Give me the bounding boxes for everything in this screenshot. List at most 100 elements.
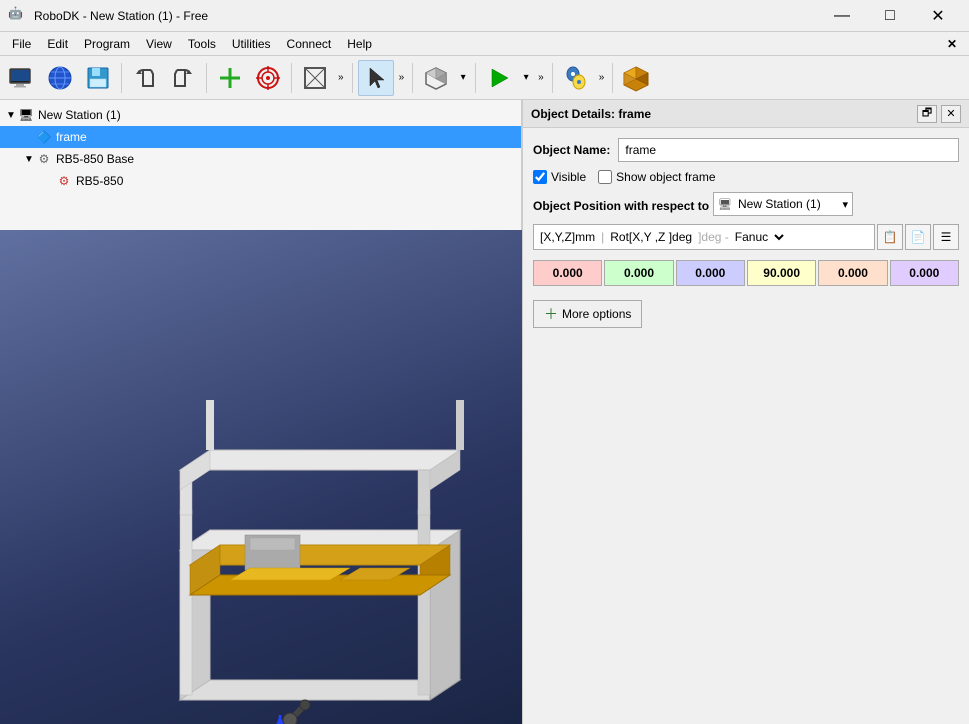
toolbar-undo-btn[interactable] <box>127 60 163 96</box>
panel-restore-btn[interactable]: 🗗 <box>917 105 937 123</box>
position-label: Object Position with respect to <box>533 199 709 213</box>
tree-label-robot-base: RB5-850 Base <box>56 152 134 166</box>
panel-title: Object Details: frame <box>531 107 651 121</box>
menu-bar: File Edit Program View Tools Utilities C… <box>0 32 969 56</box>
toolbar-sep-6 <box>475 63 476 93</box>
toolbar-sep-5 <box>412 63 413 93</box>
object-name-label: Object Name: <box>533 143 610 157</box>
toolbar-add-btn[interactable] <box>212 60 248 96</box>
main-layout: ▼ 🖥 New Station (1) ▶ 🔷 frame ▼ ⚙ RB5-85… <box>0 100 969 724</box>
toolbar: » » ▾ ▾ » » <box>0 56 969 100</box>
app-icon: 🤖 <box>8 6 28 26</box>
menu-close-x[interactable]: ✕ <box>939 32 965 55</box>
menu-utilities[interactable]: Utilities <box>224 32 279 55</box>
checkbox-row: Visible Show object frame <box>533 170 959 184</box>
title-bar-text: RoboDK - New Station (1) - Free <box>34 9 819 23</box>
tree-arrow-robot-base[interactable]: ▼ <box>22 154 36 165</box>
maximize-button[interactable]: □ <box>867 2 913 30</box>
more-options-icon: ＋ <box>544 304 558 324</box>
toolbar-target-btn[interactable] <box>250 60 286 96</box>
tree-arrow-station[interactable]: ▼ <box>4 110 18 121</box>
menu-tools[interactable]: Tools <box>180 32 224 55</box>
show-frame-checkbox-label[interactable]: Show object frame <box>598 170 715 184</box>
menu-connect[interactable]: Connect <box>279 32 340 55</box>
panel-close-btn[interactable]: ✕ <box>941 105 961 123</box>
toolbar-sep-3 <box>291 63 292 93</box>
coord-z[interactable]: 0.000 <box>676 260 745 286</box>
coord-rx[interactable]: 90.000 <box>747 260 816 286</box>
menu-edit[interactable]: Edit <box>39 32 76 55</box>
more-options-button[interactable]: ＋ More options <box>533 300 642 328</box>
window-controls: — □ ✕ <box>819 2 961 30</box>
toolbar-package-btn[interactable] <box>618 60 654 96</box>
panel-titlebar: Object Details: frame 🗗 ✕ <box>523 100 969 128</box>
toolbar-sep-4 <box>352 63 353 93</box>
tree-label-station: New Station (1) <box>38 108 121 122</box>
more-options-label: More options <box>562 307 631 321</box>
toolbar-play-dropdown-btn[interactable]: ▾ <box>519 60 533 96</box>
tree-item-station[interactable]: ▼ 🖥 New Station (1) <box>0 104 521 126</box>
tree-item-frame[interactable]: ▶ 🔷 frame <box>0 126 521 148</box>
toolbar-sep-8 <box>612 63 613 93</box>
panel-content: Object Name: Visible Show object frame O… <box>523 128 969 338</box>
position-ref-dropdown[interactable]: ▾ <box>843 198 849 211</box>
visible-checkbox[interactable] <box>533 170 547 184</box>
minimize-button[interactable]: — <box>819 2 865 30</box>
toolbar-box-dropdown-btn[interactable]: ▾ <box>456 60 470 96</box>
coord-paste-btn[interactable]: 📄 <box>905 224 931 250</box>
toolbar-expand-2[interactable]: » <box>396 70 408 85</box>
toolbar-cursor-btn[interactable] <box>358 60 394 96</box>
tree-label-robot: RB5-850 <box>76 174 123 188</box>
coord-rz[interactable]: 0.000 <box>890 260 959 286</box>
coord-type-select[interactable]: Fanuc ABB Kuka <box>729 225 787 249</box>
toolbar-globe-btn[interactable] <box>42 60 78 96</box>
tree-icon-robot: ⚙ <box>56 173 72 189</box>
tree-icon-robot-base: ⚙ <box>36 151 52 167</box>
visible-label: Visible <box>551 170 586 184</box>
toolbar-python-btn[interactable] <box>558 60 594 96</box>
coord-header-row: [X,Y,Z]mm | Rot[X,Y ,Z ]deg ]deg - Fanuc… <box>533 224 959 250</box>
title-bar: 🤖 RoboDK - New Station (1) - Free — □ ✕ <box>0 0 969 32</box>
coord-ry[interactable]: 0.000 <box>818 260 887 286</box>
coord-rot-btn[interactable]: Rot[X,Y ,Z ]deg <box>604 230 698 244</box>
position-ref-row: Object Position with respect to 🖥 New St… <box>533 192 959 216</box>
toolbar-sep-1 <box>121 63 122 93</box>
show-frame-label: Show object frame <box>616 170 715 184</box>
coord-values-row: 0.000 0.000 0.000 90.000 0.000 0.000 <box>533 260 959 286</box>
toolbar-fullscreen-btn[interactable] <box>297 60 333 96</box>
coord-menu-btn[interactable]: ☰ <box>933 224 959 250</box>
close-button[interactable]: ✕ <box>915 2 961 30</box>
toolbar-redo-btn[interactable] <box>165 60 201 96</box>
tree-label-frame: frame <box>56 130 87 144</box>
object-name-row: Object Name: <box>533 138 959 162</box>
panel-titlebar-btns: 🗗 ✕ <box>917 105 961 123</box>
toolbar-save-btn[interactable] <box>80 60 116 96</box>
tree-view: ▼ 🖥 New Station (1) ▶ 🔷 frame ▼ ⚙ RB5-85… <box>0 100 522 230</box>
toolbar-expand-4[interactable]: » <box>596 70 608 85</box>
viewport[interactable]: RB5-850 Base <box>0 230 522 724</box>
viewport-svg: RB5-850 Base <box>0 230 522 724</box>
menu-view[interactable]: View <box>138 32 180 55</box>
show-frame-checkbox[interactable] <box>598 170 612 184</box>
toolbar-monitor-btn[interactable] <box>4 60 40 96</box>
coord-x[interactable]: 0.000 <box>533 260 602 286</box>
toolbar-box-btn[interactable] <box>418 60 454 96</box>
toolbar-expand-3[interactable]: » <box>535 70 547 85</box>
toolbar-expand-1[interactable]: » <box>335 70 347 85</box>
tree-item-robot-base[interactable]: ▼ ⚙ RB5-850 Base <box>0 148 521 170</box>
toolbar-play-btn[interactable] <box>481 60 517 96</box>
left-panel: ▼ 🖥 New Station (1) ▶ 🔷 frame ▼ ⚙ RB5-85… <box>0 100 522 724</box>
coord-xyz-btn[interactable]: [X,Y,Z]mm <box>534 230 601 244</box>
toolbar-sep-7 <box>552 63 553 93</box>
coord-copy-btn[interactable]: 📋 <box>877 224 903 250</box>
tree-item-robot[interactable]: ▶ ⚙ RB5-850 <box>0 170 521 192</box>
object-name-input[interactable] <box>618 138 959 162</box>
coord-y[interactable]: 0.000 <box>604 260 673 286</box>
menu-file[interactable]: File <box>4 32 39 55</box>
menu-program[interactable]: Program <box>76 32 138 55</box>
toolbar-sep-2 <box>206 63 207 93</box>
tree-icon-frame: 🔷 <box>36 129 52 145</box>
visible-checkbox-label[interactable]: Visible <box>533 170 586 184</box>
menu-help[interactable]: Help <box>339 32 380 55</box>
tree-icon-station: 🖥 <box>18 107 34 123</box>
